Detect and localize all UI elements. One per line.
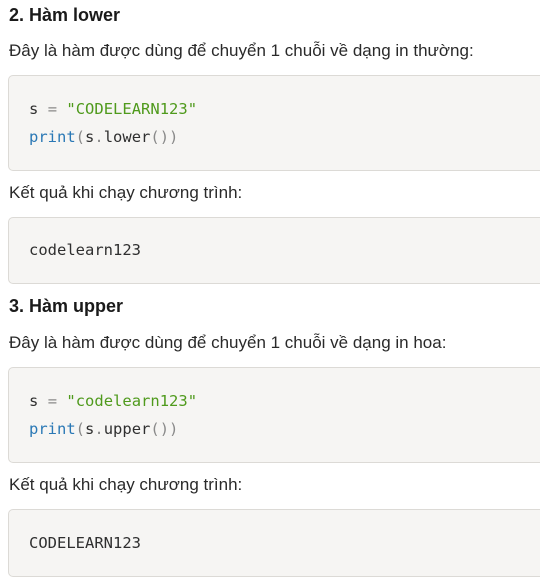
section-heading-lower: 2. Hàm lower [9,5,121,25]
code-line-assign: s = "codelearn123" [29,392,197,410]
code-method: upper [103,420,151,438]
code-line-print: print(s.lower()) [29,128,178,146]
code-call-parens: () [150,420,170,438]
code-object: s [85,420,95,438]
section-description-upper: Đây là hàm được dùng để chuyển 1 chuỗi v… [9,333,447,352]
code-string: "codelearn123" [66,392,198,410]
code-variable: s [29,100,39,118]
code-line-print: print(s.upper()) [29,420,178,438]
code-line-assign: s = "CODELEARN123" [29,100,197,118]
code-operator: = [47,392,58,410]
code-paren-open: ( [75,420,86,438]
section-description-lower: Đây là hàm được dùng để chuyển 1 chuỗi v… [9,41,474,60]
code-block-lower: s = "CODELEARN123" print(s.lower()) [8,75,540,171]
code-function: print [29,420,76,438]
output-text-upper: CODELEARN123 [29,534,141,552]
output-text-lower: codelearn123 [29,241,141,259]
code-dot: . [94,128,104,146]
code-paren-open: ( [75,128,86,146]
code-paren-close: ) [169,420,179,438]
code-dot: . [94,420,104,438]
result-label-upper: Kết quả khi chạy chương trình: [9,475,243,494]
output-block-upper: CODELEARN123 [8,509,540,577]
code-object: s [85,128,95,146]
code-block-upper: s = "codelearn123" print(s.upper()) [8,367,540,463]
code-paren-close: ) [169,128,179,146]
code-function: print [29,128,76,146]
code-call-parens: () [150,128,170,146]
code-string: "CODELEARN123" [66,100,198,118]
code-operator: = [47,100,58,118]
section-heading-upper: 3. Hàm upper [9,296,124,316]
code-variable: s [29,392,39,410]
code-method: lower [103,128,151,146]
output-block-lower: codelearn123 [8,217,540,284]
result-label-lower: Kết quả khi chạy chương trình: [9,183,243,202]
